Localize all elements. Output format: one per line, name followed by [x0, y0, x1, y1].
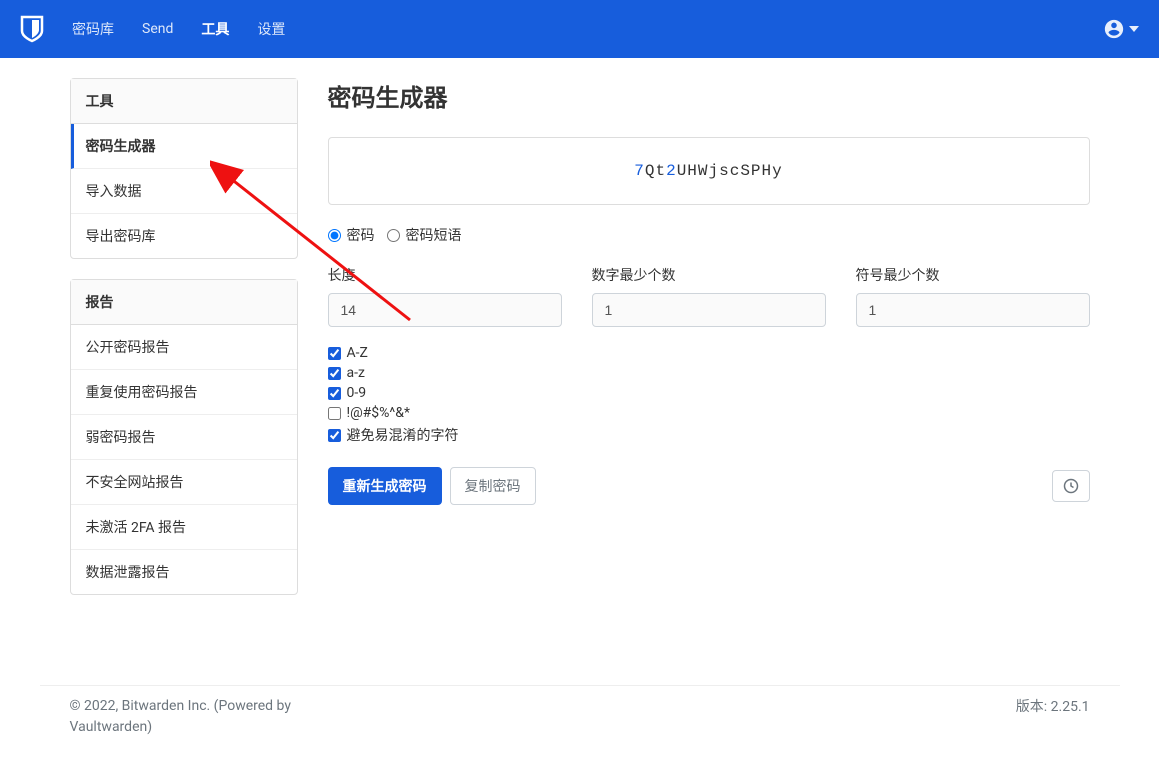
min-symbols-input[interactable]: [856, 293, 1090, 327]
radio-password-label: 密码: [347, 225, 375, 245]
copy-button[interactable]: 复制密码: [450, 467, 536, 505]
check-digits[interactable]: [328, 387, 341, 400]
nav-send[interactable]: Send: [142, 21, 173, 37]
shield-logo-icon: [20, 15, 44, 43]
length-group: 长度: [328, 265, 562, 327]
sidebar-item-breach[interactable]: 数据泄露报告: [71, 550, 297, 594]
top-navbar: 密码库 Send 工具 设置: [0, 0, 1159, 58]
footer-version: 版本: 2.25.1: [1016, 696, 1090, 738]
password-fragment: UHWjscSPHy: [677, 162, 783, 180]
footer-copyright: © 2022, Bitwarden Inc. (Powered by Vault…: [70, 696, 370, 738]
check-ambiguous[interactable]: [328, 429, 341, 442]
sidebar-tools-card: 工具 密码生成器 导入数据 导出密码库: [70, 78, 298, 259]
sidebar: 工具 密码生成器 导入数据 导出密码库 报告 公开密码报告 重复使用密码报告 弱…: [70, 78, 298, 615]
caret-down-icon: [1129, 25, 1139, 33]
type-radio-row: 密码 密码短语: [328, 225, 1090, 245]
min-symbols-group: 符号最少个数: [856, 265, 1090, 327]
nav-settings[interactable]: 设置: [257, 19, 285, 39]
min-numbers-input[interactable]: [592, 293, 826, 327]
radio-password-input[interactable]: [328, 229, 341, 242]
length-input[interactable]: [328, 293, 562, 327]
check-symbols-label: !@#$%^&*: [347, 405, 411, 421]
min-symbols-label: 符号最少个数: [856, 265, 1090, 285]
nav-vault[interactable]: 密码库: [72, 19, 114, 39]
sidebar-item-unsecured[interactable]: 不安全网站报告: [71, 460, 297, 505]
sidebar-item-import[interactable]: 导入数据: [71, 169, 297, 214]
sidebar-item-export[interactable]: 导出密码库: [71, 214, 297, 258]
page-title: 密码生成器: [328, 78, 1090, 113]
check-upper-label: A-Z: [347, 345, 368, 361]
sidebar-item-weak[interactable]: 弱密码报告: [71, 415, 297, 460]
main-container: 工具 密码生成器 导入数据 导出密码库 报告 公开密码报告 重复使用密码报告 弱…: [40, 58, 1120, 635]
check-digits-label: 0-9: [347, 385, 367, 401]
radio-passphrase[interactable]: 密码短语: [387, 225, 462, 245]
history-button[interactable]: [1052, 470, 1090, 502]
check-upper[interactable]: [328, 347, 341, 360]
password-fragment: 2: [666, 162, 677, 180]
nav-tools[interactable]: 工具: [201, 19, 229, 39]
generated-password-box: 7Qt2UHWjscSPHy: [328, 137, 1090, 205]
form-row: 长度 数字最少个数 符号最少个数: [328, 265, 1090, 327]
main-content: 密码生成器 7Qt2UHWjscSPHy 密码 密码短语 长度 数字最少个数: [328, 78, 1090, 615]
user-circle-icon: [1103, 18, 1125, 40]
sidebar-item-reused[interactable]: 重复使用密码报告: [71, 370, 297, 415]
length-label: 长度: [328, 265, 562, 285]
options-checklist: A-Z a-z 0-9 !@#$%^&* 避免易混淆的字符: [328, 345, 1090, 445]
min-numbers-group: 数字最少个数: [592, 265, 826, 327]
clock-history-icon: [1063, 478, 1079, 494]
radio-password[interactable]: 密码: [328, 225, 375, 245]
regenerate-button[interactable]: 重新生成密码: [328, 467, 442, 505]
user-menu[interactable]: [1103, 18, 1139, 40]
navbar-left: 密码库 Send 工具 设置: [20, 15, 285, 43]
sidebar-reports-card: 报告 公开密码报告 重复使用密码报告 弱密码报告 不安全网站报告 未激活 2FA…: [70, 279, 298, 595]
check-lower-label: a-z: [347, 365, 365, 381]
sidebar-item-generator[interactable]: 密码生成器: [71, 124, 297, 169]
radio-passphrase-label: 密码短语: [406, 225, 462, 245]
radio-passphrase-input[interactable]: [387, 229, 400, 242]
sidebar-item-2fa[interactable]: 未激活 2FA 报告: [71, 505, 297, 550]
action-row: 重新生成密码 复制密码: [328, 467, 1090, 505]
min-numbers-label: 数字最少个数: [592, 265, 826, 285]
check-symbols[interactable]: [328, 407, 341, 420]
sidebar-item-exposed[interactable]: 公开密码报告: [71, 325, 297, 370]
check-ambiguous-label: 避免易混淆的字符: [347, 425, 459, 445]
password-fragment: 7: [634, 162, 645, 180]
check-lower[interactable]: [328, 367, 341, 380]
sidebar-reports-header: 报告: [71, 280, 297, 325]
password-fragment: Qt: [645, 162, 666, 180]
sidebar-tools-header: 工具: [71, 79, 297, 124]
footer: © 2022, Bitwarden Inc. (Powered by Vault…: [40, 685, 1120, 758]
